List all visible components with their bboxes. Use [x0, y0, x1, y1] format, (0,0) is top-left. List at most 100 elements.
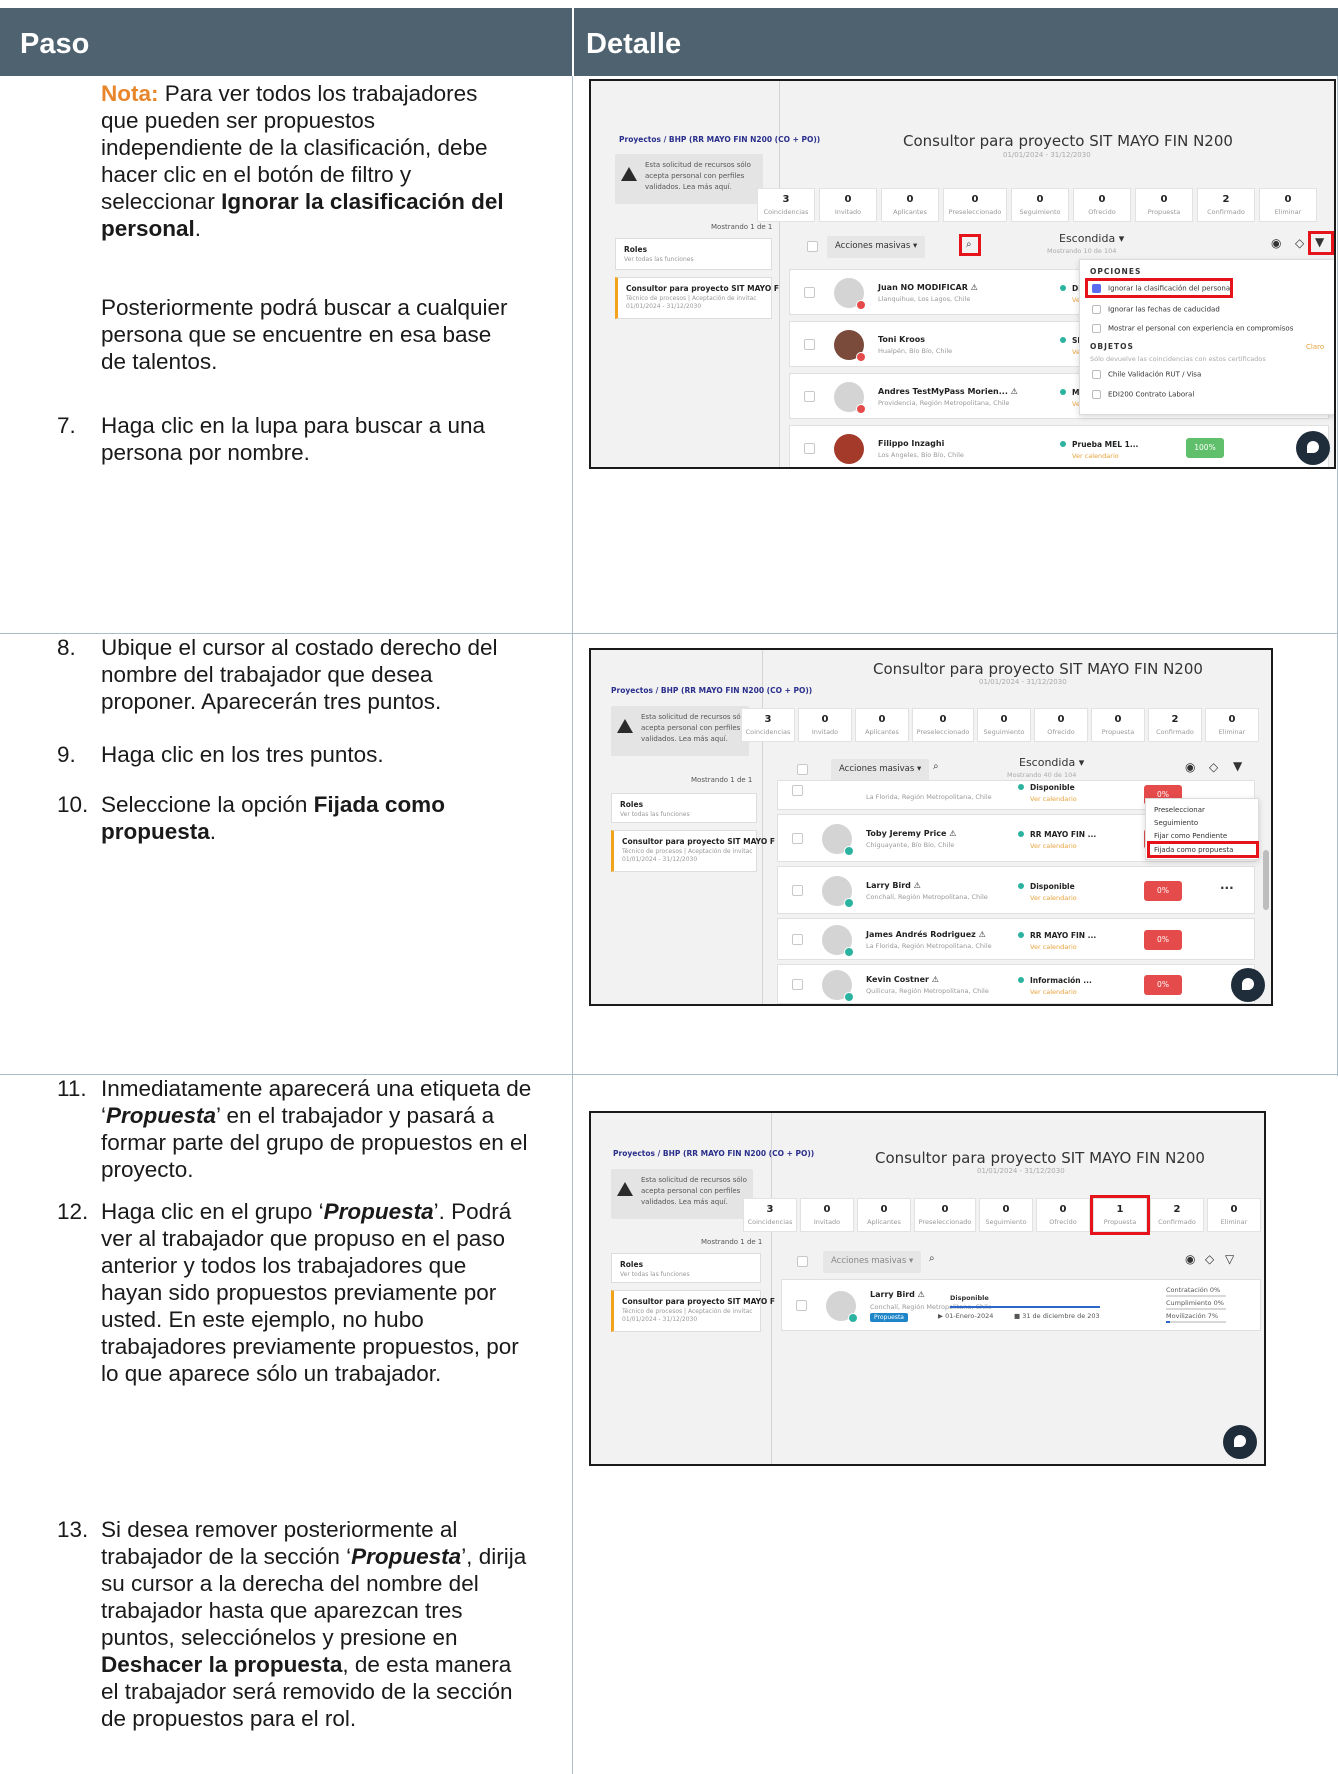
row-checkbox[interactable]: [792, 833, 803, 844]
calendar-link[interactable]: Ver calendario: [1030, 842, 1077, 850]
tab-preseleccionado[interactable]: 0 Preseleccionado: [914, 1198, 976, 1232]
row-checkbox[interactable]: [792, 885, 803, 896]
checkbox[interactable]: [1092, 324, 1101, 333]
menu-item-seguimiento[interactable]: Seguimiento: [1154, 819, 1198, 827]
tab-confirmado[interactable]: 2 Confirmado: [1197, 188, 1255, 222]
menu-item-pendiente[interactable]: Fijar como Pendiente: [1154, 832, 1227, 840]
checkbox[interactable]: [1092, 370, 1101, 379]
breadcrumb[interactable]: Proyectos / BHP (RR MAYO FIN N200 (CO + …: [613, 1149, 814, 1158]
tab-confirmado[interactable]: 2 Confirmado: [1148, 708, 1202, 742]
table-row[interactable]: James Andrés Rodriguez ⚠ La Florida, Reg…: [777, 918, 1255, 960]
select-all-checkbox[interactable]: [807, 241, 818, 252]
calendar-link[interactable]: Ver calendario: [1072, 452, 1119, 460]
tab-propuesta[interactable]: 0 Propuesta: [1135, 188, 1193, 222]
tab-invitado[interactable]: 0 Invitado: [819, 188, 877, 222]
checkbox[interactable]: [1092, 305, 1101, 314]
calendar-link[interactable]: Ver calendario: [1030, 795, 1077, 803]
search-icon[interactable]: ⌕: [929, 1253, 935, 1264]
object-contrato[interactable]: EDI200 Contrato Laboral: [1092, 390, 1194, 399]
sidebar-item-role[interactable]: Consultor para proyecto SIT MAYO F Técni…: [611, 830, 775, 872]
tab-preseleccionado[interactable]: 0 Preseleccionado: [912, 708, 974, 742]
chat-button[interactable]: [1296, 431, 1330, 465]
row-checkbox[interactable]: [804, 339, 815, 350]
row-checkbox[interactable]: [792, 979, 803, 990]
breadcrumb[interactable]: Proyectos / BHP (RR MAYO FIN N200 (CO + …: [619, 135, 820, 144]
row-checkbox[interactable]: [792, 785, 803, 796]
tab-eliminar[interactable]: 0 Eliminar: [1207, 1198, 1261, 1232]
tab-eliminar[interactable]: 0 Eliminar: [1259, 188, 1317, 222]
worker-name[interactable]: Toby Jeremy Price ⚠: [866, 829, 956, 838]
tag-icon[interactable]: ◇: [1209, 760, 1218, 774]
bulk-actions-button[interactable]: Acciones masivas ▾: [827, 236, 926, 258]
table-row[interactable]: Filippo Inzaghi Los Angeles, Bío Bío, Ch…: [789, 425, 1329, 467]
sidebar-item-role[interactable]: Consultor para proyecto SIT MAYO F Técni…: [611, 1290, 775, 1332]
chat-button[interactable]: [1231, 968, 1265, 1002]
table-row[interactable]: Larry Bird ⚠ Conchalí, Región Metropolit…: [777, 866, 1255, 914]
sidebar-item-role[interactable]: Consultor para proyecto SIT MAYO F Técni…: [615, 277, 779, 319]
worker-name[interactable]: Larry Bird ⚠: [866, 881, 921, 890]
worker-name[interactable]: Toni Kroos: [878, 335, 925, 344]
clear-link[interactable]: Claro: [1306, 343, 1324, 351]
tab-preseleccionado[interactable]: 0 Preseleccionado: [943, 188, 1007, 222]
table-row[interactable]: Larry Bird ⚠ Conchalí, Región Metropolit…: [781, 1279, 1261, 1331]
tab-seguimiento[interactable]: 0 Seguimiento: [977, 708, 1031, 742]
menu-item-preseleccionar[interactable]: Preseleccionar: [1154, 806, 1205, 814]
tab-aplicantes[interactable]: 0 Aplicantes: [857, 1198, 911, 1232]
row-checkbox[interactable]: [792, 934, 803, 945]
sidebar-item-roles[interactable]: Roles Ver todas las funciones: [615, 238, 772, 270]
sort-dropdown[interactable]: Escondida ▾: [1059, 232, 1124, 245]
bulk-actions-button[interactable]: Acciones masivas ▾: [831, 759, 930, 781]
worker-name[interactable]: Andres TestMyPass Morien... ⚠: [878, 387, 1018, 396]
tab-propuesta[interactable]: 0 Propuesta: [1091, 708, 1145, 742]
checkbox[interactable]: [1092, 390, 1101, 399]
breadcrumb[interactable]: Proyectos / BHP (RR MAYO FIN N200 (CO + …: [611, 686, 812, 695]
tab-seguimiento[interactable]: 0 Seguimiento: [979, 1198, 1033, 1232]
calendar-link[interactable]: Ver calendario: [1030, 943, 1077, 951]
calendar-link[interactable]: Ver calendario: [1030, 894, 1077, 902]
tab-invitado[interactable]: 0 Invitado: [798, 708, 852, 742]
row-checkbox[interactable]: [796, 1300, 807, 1311]
sort-dropdown[interactable]: Escondida ▾: [1019, 756, 1084, 769]
tab-ofrecido[interactable]: 0 Ofrecido: [1034, 708, 1088, 742]
option-show-experience[interactable]: Mostrar el personal con experiencia en c…: [1092, 324, 1293, 333]
tab-coincidencias[interactable]: 3 Coincidencias: [743, 1198, 797, 1232]
select-all-checkbox[interactable]: [797, 1256, 808, 1267]
tag-icon[interactable]: ◇: [1295, 236, 1304, 250]
worker-name[interactable]: Larry Bird ⚠: [870, 1290, 925, 1299]
row-checkbox[interactable]: [804, 287, 815, 298]
tab-coincidencias[interactable]: 3 Coincidencias: [741, 708, 795, 742]
sidebar-item-roles[interactable]: Roles Ver todas las funciones: [611, 793, 757, 823]
globe-icon[interactable]: ◉: [1185, 760, 1195, 774]
worker-name[interactable]: James Andrés Rodriguez ⚠: [866, 930, 986, 939]
tag-icon[interactable]: ◇: [1205, 1252, 1214, 1266]
tab-seguimiento[interactable]: 0 Seguimiento: [1011, 188, 1069, 222]
chat-button[interactable]: [1223, 1425, 1257, 1459]
tab-aplicantes[interactable]: 0 Aplicantes: [855, 708, 909, 742]
select-all-checkbox[interactable]: [797, 764, 808, 775]
sidebar-item-roles[interactable]: Roles Ver todas las funciones: [611, 1253, 761, 1283]
search-icon[interactable]: ⌕: [933, 761, 939, 772]
table-row[interactable]: Kevin Costner ⚠ Quilicura, Región Metrop…: [777, 964, 1255, 1004]
worker-name[interactable]: Kevin Costner ⚠: [866, 975, 939, 984]
scrollbar[interactable]: [1263, 850, 1269, 910]
worker-name[interactable]: Filippo Inzaghi: [878, 439, 944, 448]
filter-icon[interactable]: ▽: [1225, 1252, 1234, 1266]
bulk-actions-button[interactable]: Acciones masivas ▾: [823, 1251, 922, 1273]
globe-icon[interactable]: ◉: [1271, 236, 1281, 250]
calendar-link[interactable]: Ver calendario: [1030, 988, 1077, 996]
tab-invitado[interactable]: 0 Invitado: [800, 1198, 854, 1232]
object-rut-visa[interactable]: Chile Validación RUT / Visa: [1092, 370, 1201, 379]
row-checkbox[interactable]: [804, 391, 815, 402]
globe-icon[interactable]: ◉: [1185, 1252, 1195, 1266]
tab-ofrecido[interactable]: 0 Ofrecido: [1073, 188, 1131, 222]
tab-confirmado[interactable]: 2 Confirmado: [1150, 1198, 1204, 1232]
tab-ofrecido[interactable]: 0 Ofrecido: [1036, 1198, 1090, 1232]
option-ignore-expiry[interactable]: Ignorar las fechas de caducidad: [1092, 305, 1220, 314]
tab-eliminar[interactable]: 0 Eliminar: [1205, 708, 1259, 742]
tab-coincidencias[interactable]: 3 Coincidencias: [757, 188, 815, 222]
row-checkbox[interactable]: [804, 443, 815, 454]
row-more-menu[interactable]: ···: [1220, 881, 1234, 895]
tab-aplicantes[interactable]: 0 Aplicantes: [881, 188, 939, 222]
worker-name[interactable]: Juan NO MODIFICAR ⚠: [878, 283, 978, 292]
filter-icon[interactable]: ▼: [1233, 759, 1242, 773]
